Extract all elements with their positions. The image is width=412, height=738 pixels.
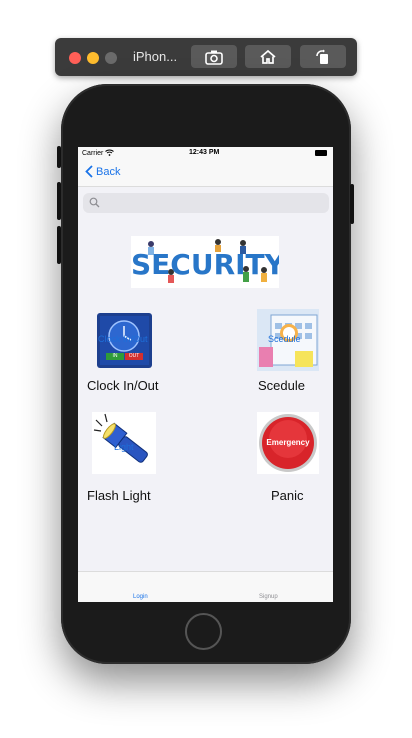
screenshot-button[interactable] <box>191 45 237 68</box>
mute-switch <box>57 146 61 168</box>
banner-title: SECURITY <box>131 248 279 281</box>
tab-signup[interactable]: Signup <box>259 594 278 600</box>
search-bar[interactable] <box>83 193 329 215</box>
back-button[interactable]: Back <box>85 165 120 178</box>
flash-light-overlay-text: Light <box>114 442 134 452</box>
simulator-toolbar: iPhon... <box>55 38 357 76</box>
clock-in-out-label[interactable]: Clock In/Out <box>87 378 159 393</box>
out-indicator: OUT <box>125 353 143 360</box>
search-input[interactable] <box>103 193 327 215</box>
search-icon <box>89 197 100 208</box>
battery-icon <box>315 150 327 156</box>
rotate-button[interactable] <box>300 45 346 68</box>
schedule-label[interactable]: Scedule <box>258 378 305 393</box>
zoom-window-button[interactable] <box>105 52 117 64</box>
tab-login[interactable]: Login <box>133 594 148 600</box>
schedule-overlay-text: Scedule <box>268 334 301 344</box>
clock-in-out-overlay-text: Clock In/Out <box>98 334 148 344</box>
close-window-button[interactable] <box>69 52 81 64</box>
power-button <box>350 184 354 224</box>
tab-bar: Login Signup <box>78 571 333 602</box>
emergency-text: Emergency <box>266 438 310 447</box>
status-time: 12:43 PM <box>189 149 220 156</box>
carrier-text: Carrier <box>82 150 104 157</box>
volume-down-button <box>57 226 61 264</box>
panic-button-image[interactable]: Emergency <box>257 412 319 474</box>
back-label: Back <box>96 165 121 178</box>
home-toolbar-button[interactable] <box>245 45 291 68</box>
panic-label[interactable]: Panic <box>271 488 304 503</box>
security-banner-image: SECURITY <box>131 236 279 288</box>
camera-icon <box>205 50 223 65</box>
app-screen: Carrier 12:43 PM Back SECURITY IN OUT Cl… <box>78 147 333 602</box>
rotate-icon <box>316 49 328 64</box>
navigation-bar: Back <box>78 161 333 187</box>
home-icon <box>260 49 276 64</box>
content-area: SECURITY IN OUT Clock In/Out Clock In/Ou… <box>78 223 333 571</box>
wifi-icon <box>105 149 115 156</box>
minimize-window-button[interactable] <box>87 52 99 64</box>
in-indicator: IN <box>106 353 124 360</box>
flash-light-label[interactable]: Flash Light <box>87 488 151 503</box>
volume-up-button <box>57 182 61 220</box>
carrier-label: Carrier <box>82 149 115 157</box>
status-bar: Carrier 12:43 PM <box>78 147 333 161</box>
home-button[interactable] <box>185 613 222 650</box>
chevron-left-icon <box>85 165 93 178</box>
simulator-title: iPhon... <box>133 49 178 64</box>
